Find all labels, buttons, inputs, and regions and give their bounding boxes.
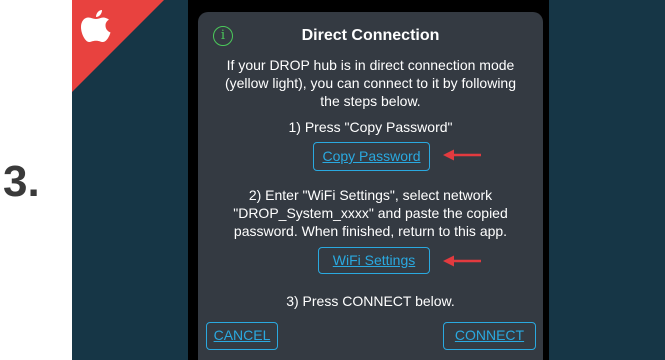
step-number: 3. [3,157,40,206]
annotation-arrow-icon [443,149,481,161]
dialog-title: Direct Connection [301,27,440,44]
annotation-arrow-icon [443,255,481,267]
step2-line: 2) Enter "WiFi Settings", select network [248,187,493,203]
wifi-settings-button[interactable]: WiFi Settings [318,247,430,274]
intro-text: If your DROP hub is in direct connection… [208,56,533,110]
intro-line: If your DROP hub is in direct connection… [226,57,515,73]
step2-line: password. When finished, return to this … [233,223,508,239]
intro-line: (yellow light), you can connect to it by… [224,75,517,91]
copy-password-button[interactable]: Copy Password [313,142,430,171]
step2-text: 2) Enter "WiFi Settings", select network… [208,186,533,240]
direct-connection-dialog: i Direct Connection If your DROP hub is … [198,12,543,360]
connect-button[interactable]: CONNECT [443,322,536,350]
step3-text: 3) Press CONNECT below. [286,293,455,309]
step2-line: "DROP_System_xxxx" and paste the copied [233,205,508,221]
step1-text: 1) Press "Copy Password" [288,119,453,135]
apple-icon [81,10,111,42]
intro-line: the steps below. [320,93,421,109]
cancel-button[interactable]: CANCEL [206,322,278,350]
